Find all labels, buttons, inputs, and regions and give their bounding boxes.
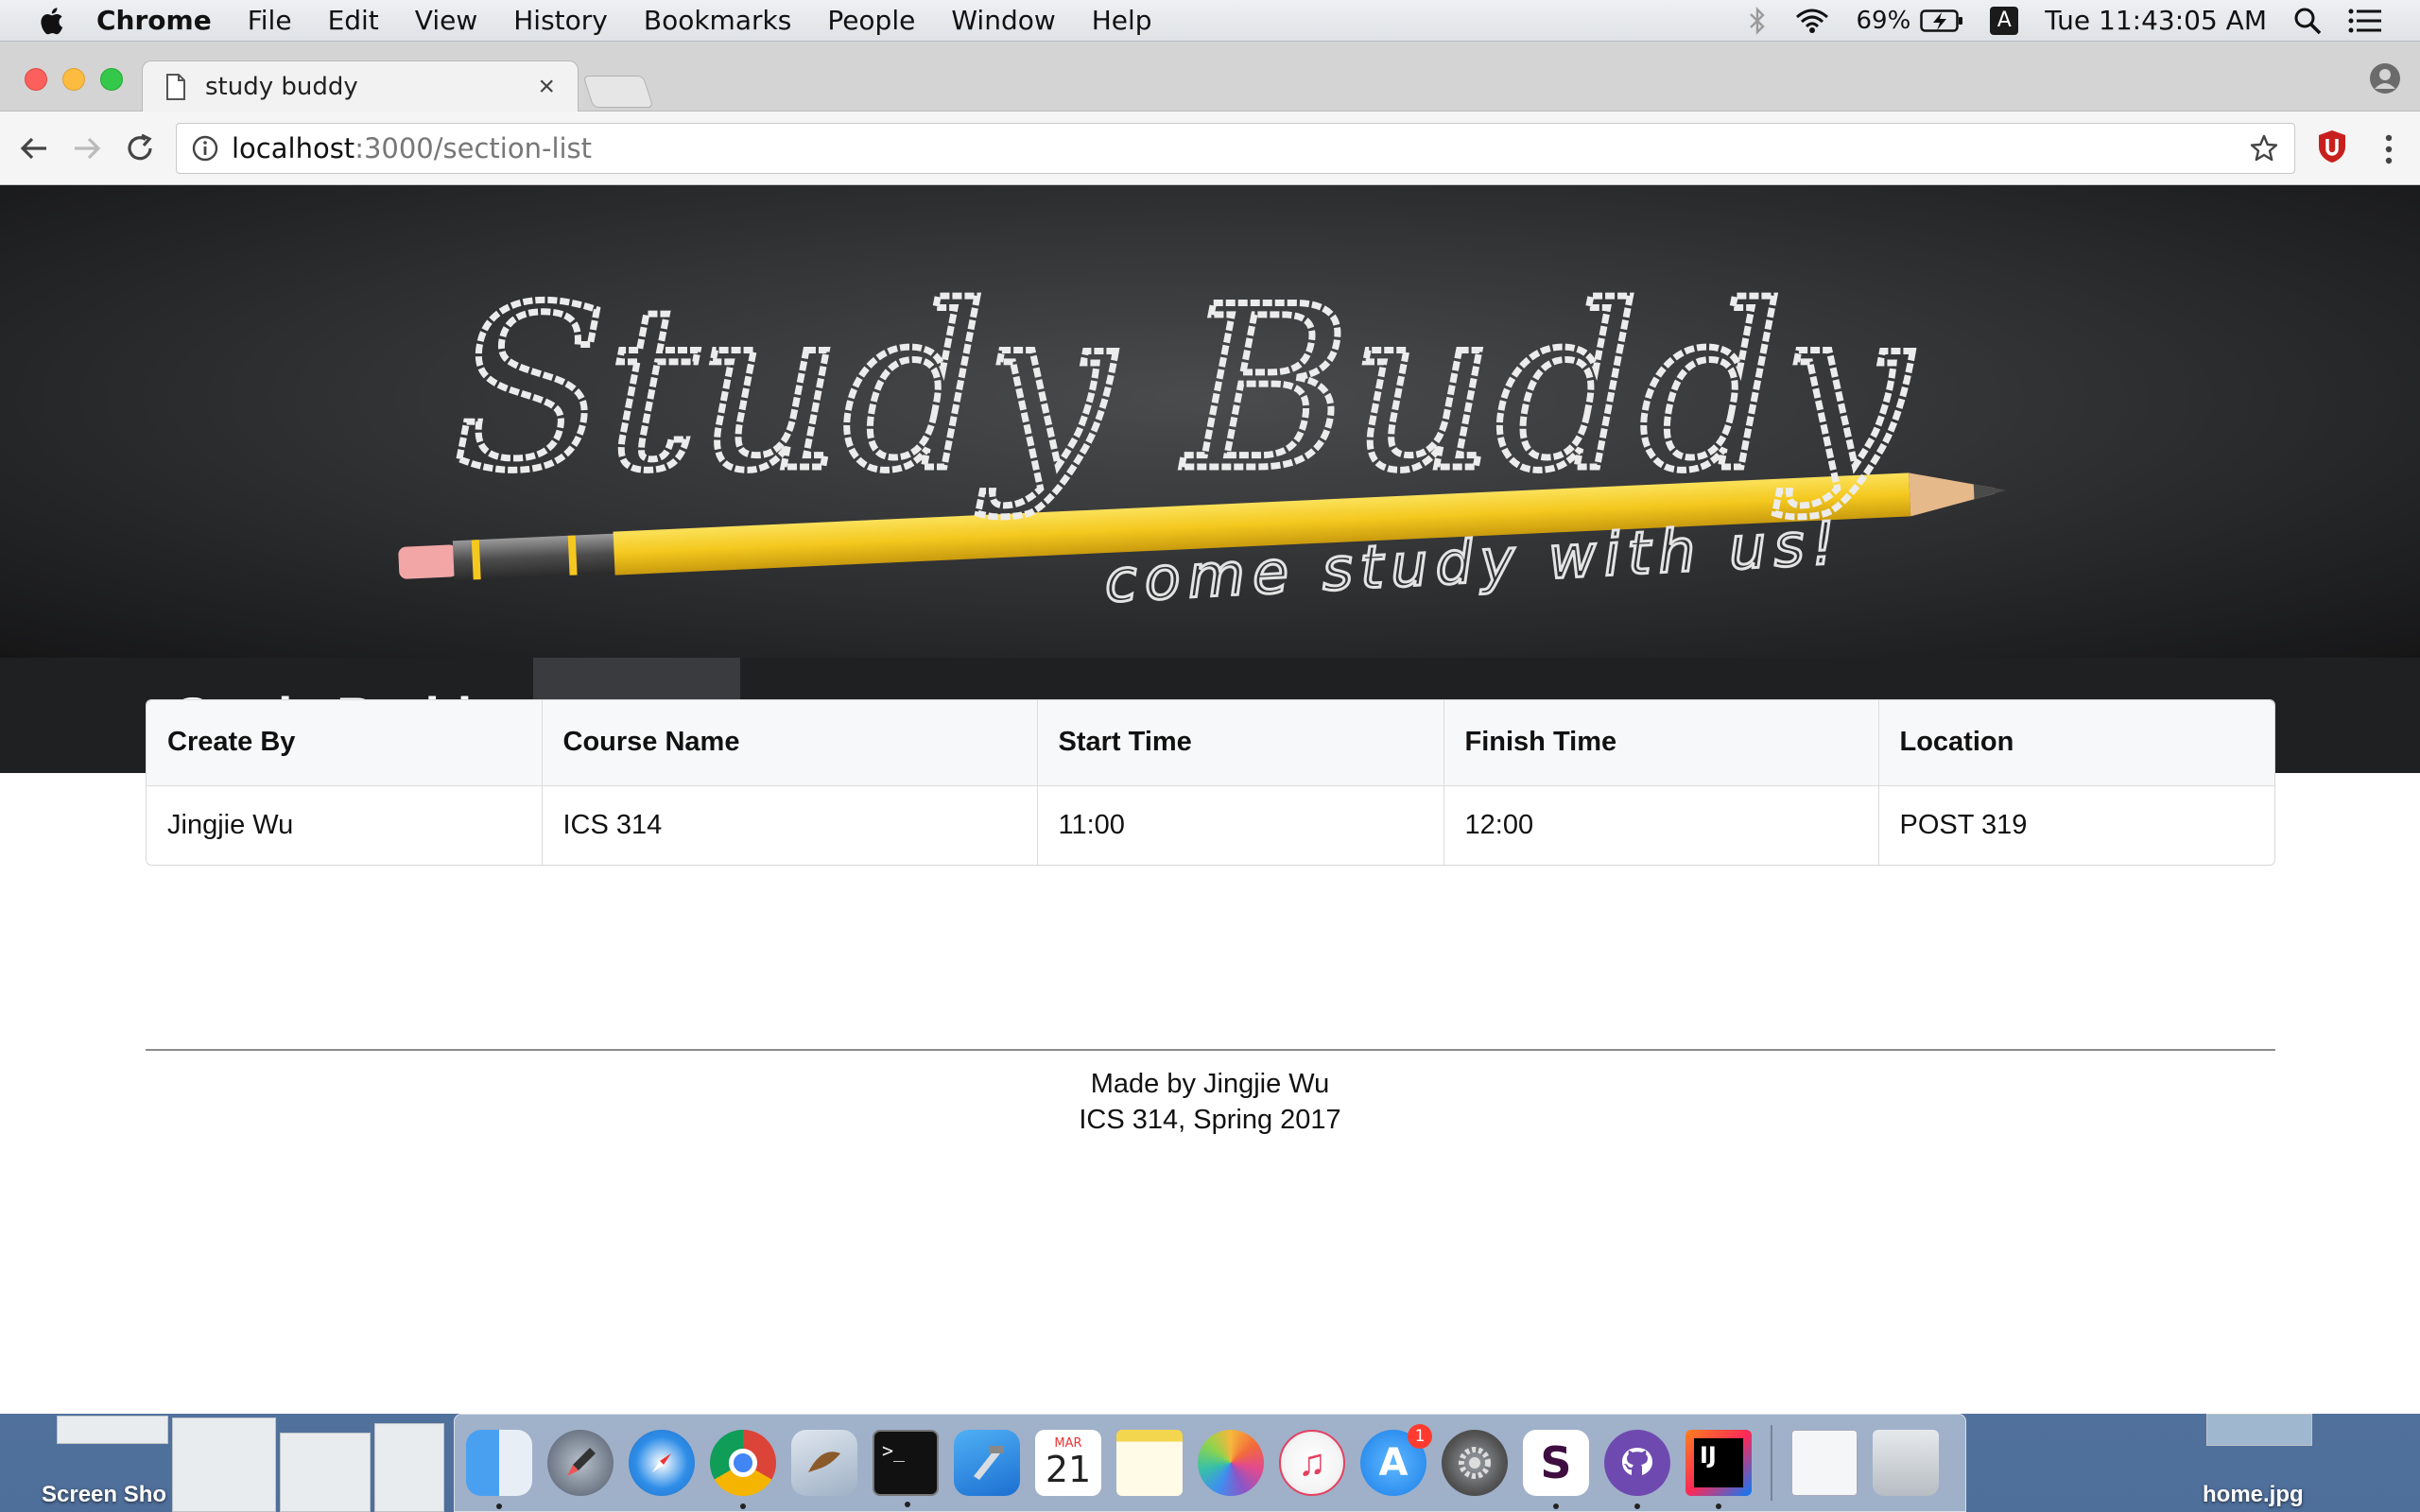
- desktop-file-thumbnail[interactable]: [57, 1416, 168, 1444]
- address-bar[interactable]: localhost:3000/section-list: [176, 123, 2295, 174]
- cell-location: POST 319: [1899, 809, 2028, 840]
- zoom-window-button[interactable]: [100, 68, 123, 91]
- battery-charging-icon[interactable]: [1920, 9, 1963, 33]
- desktop-file-thumbnail[interactable]: [374, 1423, 444, 1512]
- reload-button[interactable]: [121, 129, 159, 167]
- slack-icon[interactable]: S: [1523, 1430, 1589, 1509]
- section-table-card: Create By Course Name Start Time Finish …: [146, 699, 2275, 866]
- spotlight-search-icon[interactable]: [2293, 7, 2322, 35]
- terminal-icon[interactable]: >_: [873, 1430, 939, 1507]
- column-course-name: Course Name: [542, 700, 1038, 786]
- cell-create-by: Jingjie Wu: [147, 785, 543, 865]
- menu-help[interactable]: Help: [1092, 5, 1152, 36]
- page-icon: [166, 74, 185, 100]
- page-footer: Made by Jingjie Wu ICS 314, Spring 2017: [0, 1066, 2420, 1138]
- tab-title: study buddy: [205, 73, 358, 101]
- bookmark-star-icon[interactable]: [2249, 133, 2279, 163]
- wifi-icon[interactable]: [1794, 8, 1830, 34]
- chrome-icon[interactable]: [710, 1430, 776, 1509]
- apple-menu-icon[interactable]: [38, 6, 64, 36]
- study-buddy-logo: Study Buddy come study with us!: [398, 256, 2007, 617]
- menu-history[interactable]: History: [513, 5, 608, 36]
- minimize-window-button[interactable]: [62, 68, 85, 91]
- desktop-home-jpg-label[interactable]: home.jpg: [2203, 1482, 2304, 1508]
- reload-icon: [128, 133, 152, 160]
- tab-study-buddy[interactable]: study buddy ×: [142, 60, 579, 112]
- tab-close-icon[interactable]: ×: [538, 71, 555, 103]
- cell-start-time: 11:00: [1037, 785, 1444, 865]
- menu-people[interactable]: People: [827, 5, 915, 36]
- dock-separator: [1771, 1425, 1772, 1501]
- trash-icon[interactable]: [1873, 1430, 1939, 1496]
- macos-menu-bar: Chrome File Edit View History Bookmarks …: [0, 0, 2420, 42]
- calendar-day: 21: [1045, 1449, 1092, 1490]
- cell-course-name: ICS 314: [542, 785, 1038, 865]
- footer-course: ICS 314, Spring 2017: [1079, 1105, 1341, 1135]
- forward-arrow-icon: [75, 137, 101, 159]
- profile-icon[interactable]: [2369, 62, 2401, 94]
- notes-icon[interactable]: [1116, 1430, 1183, 1496]
- footer-divider: [146, 1049, 2275, 1051]
- cell-finish-time: 12:00: [1443, 785, 1879, 865]
- hero-banner: Study Buddy come study with us!: [0, 185, 2420, 658]
- menu-bookmarks[interactable]: Bookmarks: [644, 5, 791, 36]
- table-row: Jingjie Wu ICS 314 11:00 12:00 POST 319: [147, 785, 2274, 865]
- forward-button[interactable]: [68, 129, 106, 167]
- logo-title-text: Study Buddy: [453, 259, 1912, 521]
- input-source-badge[interactable]: A: [1990, 6, 2019, 35]
- tab-strip: study buddy ×: [0, 42, 2420, 112]
- desktop-left-files: Screen Sho: [0, 1414, 444, 1512]
- column-start-time: Start Time: [1037, 700, 1444, 786]
- footer-credit: Made by Jingjie Wu: [1090, 1069, 1330, 1099]
- intellij-icon[interactable]: IJ: [1685, 1430, 1752, 1509]
- photos-icon[interactable]: [1198, 1430, 1264, 1496]
- status-area: 69% A Tue 11:43:05 AM: [1720, 5, 2383, 36]
- system-preferences-icon[interactable]: [1442, 1430, 1508, 1496]
- bluetooth-icon[interactable]: [1747, 6, 1768, 35]
- downloads-stack-icon[interactable]: [1791, 1430, 1858, 1496]
- browser-toolbar: localhost:3000/section-list: [0, 112, 2420, 185]
- new-tab-button[interactable]: [582, 76, 654, 108]
- chrome-menu-icon[interactable]: [2375, 130, 2403, 168]
- desktop-file-thumbnail[interactable]: [280, 1433, 371, 1512]
- window-controls: [25, 68, 138, 91]
- chrome-window: study buddy × localhost:3000/section-li…: [0, 42, 2420, 1414]
- finder-icon[interactable]: [466, 1430, 532, 1509]
- menu-edit[interactable]: Edit: [328, 5, 379, 36]
- url-path: :3000/section-list: [354, 132, 593, 164]
- notification-center-icon[interactable]: [2348, 8, 2382, 34]
- macos-dock: >_ MAR 21 ♫ A 1 S IJ: [454, 1414, 1966, 1512]
- app-store-badge: 1: [1408, 1424, 1432, 1449]
- calendar-icon[interactable]: MAR 21: [1035, 1430, 1101, 1496]
- section-table: Create By Course Name Start Time Finish …: [147, 700, 2274, 865]
- github-desktop-icon[interactable]: [1604, 1430, 1670, 1509]
- menu-file[interactable]: File: [248, 5, 292, 36]
- url-host: localhost: [232, 132, 355, 164]
- menu-window[interactable]: Window: [951, 5, 1055, 36]
- desktop-file-thumbnail[interactable]: [172, 1418, 276, 1512]
- mail-icon[interactable]: [791, 1430, 857, 1496]
- battery-percent: 69%: [1856, 6, 1911, 35]
- menu-app-chrome[interactable]: Chrome: [96, 5, 212, 36]
- table-header-row: Create By Course Name Start Time Finish …: [147, 700, 2274, 786]
- column-location: Location: [1878, 700, 2274, 786]
- back-button[interactable]: [15, 129, 53, 167]
- safari-icon[interactable]: [629, 1430, 695, 1496]
- column-create-by: Create By: [147, 700, 543, 786]
- xcode-icon[interactable]: [954, 1430, 1020, 1496]
- site-info-icon[interactable]: [192, 135, 218, 162]
- column-finish-time: Finish Time: [1443, 700, 1879, 786]
- menu-view[interactable]: View: [415, 5, 477, 36]
- app-store-icon[interactable]: A 1: [1360, 1424, 1432, 1496]
- ublock-extension-icon[interactable]: [2316, 129, 2348, 164]
- desktop-screenshot-label[interactable]: Screen Sho: [42, 1482, 166, 1508]
- close-window-button[interactable]: [25, 68, 47, 91]
- itunes-icon[interactable]: ♫: [1279, 1430, 1345, 1496]
- back-arrow-icon: [20, 137, 46, 159]
- menubar-clock[interactable]: Tue 11:43:05 AM: [2045, 5, 2267, 36]
- launchpad-icon[interactable]: [547, 1430, 614, 1496]
- desktop-file-thumbnail[interactable]: [2206, 1414, 2312, 1446]
